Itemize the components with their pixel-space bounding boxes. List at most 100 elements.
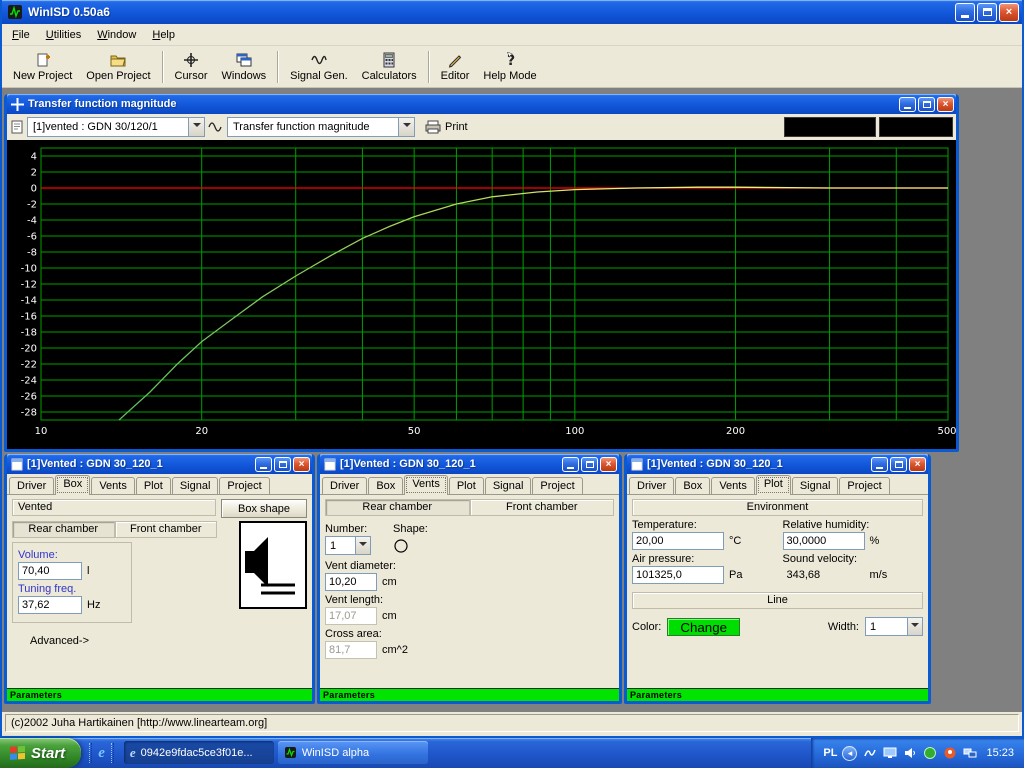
vents-window-content: Rear chamber Front chamber Number: 1 Sha… <box>320 495 619 688</box>
tab-project[interactable]: Project <box>532 477 583 494</box>
front-chamber-tab[interactable]: Front chamber <box>114 521 217 538</box>
internet-explorer-icon[interactable]: e <box>98 745 105 762</box>
tab-signal[interactable]: Signal <box>171 477 219 494</box>
volume-icon[interactable] <box>902 746 917 761</box>
start-button[interactable]: Start <box>0 738 82 768</box>
clock[interactable]: 15:23 <box>986 747 1014 759</box>
close-button[interactable]: × <box>600 456 617 472</box>
tab-driver[interactable]: Driver <box>322 477 368 494</box>
maximize-button[interactable] <box>918 96 935 112</box>
close-button[interactable]: × <box>937 96 954 112</box>
tab-driver[interactable]: Driver <box>629 477 675 494</box>
open-project-button[interactable]: Open Project <box>79 48 157 86</box>
maximize-button[interactable] <box>581 456 598 472</box>
transfer-function-chart[interactable]: 420-2-4-6-8-10-12-14-16-18-20-22-24-26-2… <box>7 140 957 446</box>
plot-window-titlebar[interactable]: Transfer function magnitude × <box>7 94 956 114</box>
taskbar-task-winisd[interactable]: WinISD alpha <box>277 741 428 764</box>
quick-launch-handle[interactable] <box>110 743 114 763</box>
minimize-button[interactable] <box>955 2 975 22</box>
box-shape-button[interactable]: Box shape <box>221 499 307 518</box>
editor-button[interactable]: Editor <box>434 48 477 86</box>
rear-chamber-tab[interactable]: Rear chamber <box>325 499 470 516</box>
advanced-link[interactable]: Advanced-> <box>30 635 89 647</box>
tab-project[interactable]: Project <box>839 477 890 494</box>
parameters-bar[interactable]: Parameters <box>320 688 619 701</box>
tab-signal[interactable]: Signal <box>484 477 532 494</box>
status-text: (c)2002 Juha Hartikainen [http://www.lin… <box>5 714 1019 732</box>
dropdown-arrow-icon[interactable] <box>188 118 204 136</box>
tab-signal[interactable]: Signal <box>791 477 839 494</box>
tab-plot[interactable]: Plot <box>755 475 791 495</box>
front-chamber-tab[interactable]: Front chamber <box>469 499 614 516</box>
tab-vents[interactable]: Vents <box>711 477 755 494</box>
line-color-change-button[interactable]: Change <box>667 617 741 636</box>
rear-chamber-tab[interactable]: Rear chamber <box>12 521 115 538</box>
vent-shape-circle-icon[interactable] <box>393 538 409 554</box>
vents-window-tabs: Driver Box Vents Plot Signal Project <box>320 474 619 495</box>
vent-diameter-input[interactable] <box>325 573 377 591</box>
maximize-button[interactable] <box>274 456 291 472</box>
menu-window[interactable]: Window <box>89 26 144 44</box>
language-indicator[interactable]: PL <box>823 747 837 759</box>
quick-launch-handle[interactable] <box>89 743 93 763</box>
minimize-button[interactable] <box>871 456 888 472</box>
messenger-icon[interactable] <box>942 746 957 761</box>
minimize-button[interactable] <box>899 96 916 112</box>
box-settings-window: [1]Vented : GDN 30_120_1 × Driver Box Ve… <box>4 454 315 704</box>
plot-settings-titlebar[interactable]: [1]Vented : GDN 30_120_1 × <box>627 454 928 474</box>
minimize-button[interactable] <box>255 456 272 472</box>
tray-chevron-icon[interactable]: ◂ <box>842 745 858 761</box>
tab-box[interactable]: Box <box>675 477 711 494</box>
menu-file[interactable]: File <box>4 26 38 44</box>
relative-humidity-input[interactable] <box>782 532 865 550</box>
network-icon[interactable] <box>962 746 977 761</box>
cursor-button[interactable]: Cursor <box>168 48 215 86</box>
windows-button[interactable]: Windows <box>215 48 274 86</box>
minimize-button[interactable] <box>562 456 579 472</box>
vent-number-select[interactable]: 1 <box>325 536 371 555</box>
menu-utilities[interactable]: Utilities <box>38 26 89 44</box>
menu-help[interactable]: Help <box>144 26 183 44</box>
close-button[interactable]: × <box>999 2 1019 22</box>
new-project-button[interactable]: New Project <box>6 48 79 86</box>
temperature-input[interactable] <box>632 532 724 550</box>
tab-plot[interactable]: Plot <box>135 477 171 494</box>
calculators-button[interactable]: Calculators <box>355 48 424 86</box>
help-mode-icon: ? <box>507 51 515 68</box>
tab-vents[interactable]: Vents <box>91 477 135 494</box>
tab-vents[interactable]: Vents <box>404 475 448 495</box>
close-button[interactable]: × <box>909 456 926 472</box>
signal-gen-button[interactable]: Signal Gen. <box>283 48 354 86</box>
tab-project[interactable]: Project <box>219 477 270 494</box>
main-titlebar[interactable]: WinISD 0.50a6 × <box>2 0 1022 24</box>
taskbar-task-browser[interactable]: e 0942e9fdac5ce3f01e... <box>123 741 274 764</box>
box-window-titlebar[interactable]: [1]Vented : GDN 30_120_1 × <box>7 454 312 474</box>
parameters-bar[interactable]: Parameters <box>627 688 928 701</box>
parameters-bar[interactable]: Parameters <box>7 688 312 701</box>
dropdown-arrow-icon[interactable] <box>355 537 370 554</box>
dropdown-arrow-icon[interactable] <box>398 118 414 136</box>
project-selector[interactable]: [1]vented : GDN 30/120/1 <box>27 117 205 137</box>
antivirus-icon[interactable] <box>922 746 937 761</box>
maximize-button[interactable] <box>977 2 997 22</box>
graph-selector[interactable]: Transfer function magnitude <box>227 117 415 137</box>
volume-input[interactable] <box>18 562 82 580</box>
tab-driver[interactable]: Driver <box>9 477 55 494</box>
tab-plot[interactable]: Plot <box>448 477 484 494</box>
tab-box[interactable]: Box <box>55 475 91 495</box>
tab-box[interactable]: Box <box>368 477 404 494</box>
vents-window-titlebar[interactable]: [1]Vented : GDN 30_120_1 × <box>320 454 619 474</box>
print-button[interactable]: Print <box>418 116 475 138</box>
vent-length-input[interactable] <box>325 607 377 625</box>
display-settings-icon[interactable] <box>882 746 897 761</box>
dropdown-arrow-icon[interactable] <box>907 618 922 635</box>
input-method-icon[interactable] <box>862 746 877 761</box>
cross-area-input[interactable] <box>325 641 377 659</box>
line-width-select[interactable]: 1 <box>865 617 923 636</box>
air-pressure-input[interactable] <box>632 566 724 584</box>
close-button[interactable]: × <box>293 456 310 472</box>
chart-area[interactable]: 4 2 0 -2 -4 -6 -8 -10 -12 -14 -16 -18 -20 -22 -24 -26 -2… <box>7 140 957 449</box>
help-mode-button[interactable]: ? Help Mode <box>476 48 543 86</box>
maximize-button[interactable] <box>890 456 907 472</box>
tuning-freq-input[interactable] <box>18 596 82 614</box>
